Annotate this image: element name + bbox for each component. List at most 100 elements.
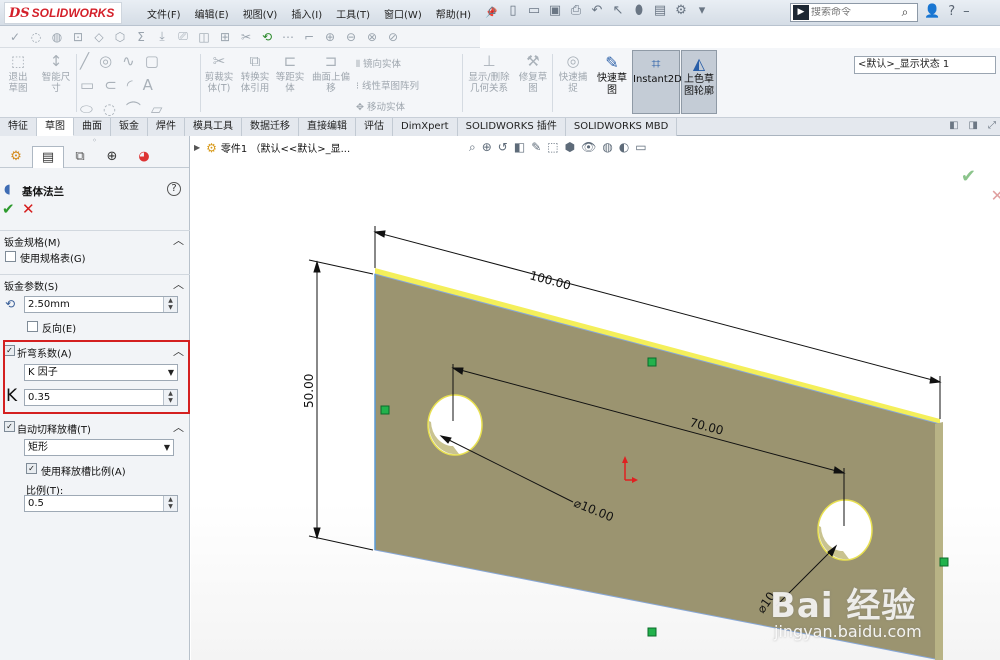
file-properties-icon[interactable]: ▤	[652, 3, 668, 19]
hide-show-icon[interactable]: 👁	[581, 140, 596, 155]
menu-window[interactable]: 窗口(W)	[377, 6, 429, 21]
slot-icon[interactable]: ⊂	[104, 76, 117, 94]
property-manager-tab[interactable]: ▤	[32, 146, 64, 168]
dimension-height[interactable]	[308, 259, 374, 551]
use-gauge-table-checkbox[interactable]	[5, 251, 16, 262]
thickness-spinner[interactable]: ▲ ▼	[163, 297, 177, 312]
menu-help[interactable]: 帮助(H)	[429, 6, 478, 21]
help-icon[interactable]: ?	[167, 182, 181, 196]
rectangle-icon[interactable]: ▭	[80, 76, 94, 94]
home-icon[interactable]: ⌂	[484, 3, 500, 19]
dimxpert-manager-tab[interactable]: ⊕	[96, 146, 128, 168]
menu-insert[interactable]: 插入(I)	[284, 6, 329, 21]
sum-icon[interactable]: Σ	[134, 30, 148, 44]
dimension-length-text[interactable]: 100.00	[528, 268, 572, 292]
panel-left-icon[interactable]: ◧	[949, 120, 958, 131]
circle-icon[interactable]: ◎	[99, 52, 112, 70]
tab-weldments[interactable]: 焊件	[148, 118, 185, 136]
tab-surfaces[interactable]: 曲面	[74, 118, 111, 136]
collapse-chevron-icon[interactable]: ︿	[173, 276, 184, 292]
shaded-sketch-contours-button[interactable]: ◭ 上色草图轮廓	[681, 50, 717, 114]
save-icon[interactable]: ▣	[547, 3, 563, 19]
open-file-icon[interactable]: ▭	[526, 3, 542, 19]
sketch-tool-icon[interactable]: ⬡	[113, 30, 127, 44]
tab-direct-editing[interactable]: 直接编辑	[299, 118, 356, 136]
auto-relief-checkbox[interactable]: ✓	[4, 421, 15, 432]
sketch-tool-icon[interactable]: ◫	[197, 30, 211, 44]
tab-features[interactable]: 特征	[0, 118, 37, 136]
collapse-chevron-icon[interactable]: ︿	[173, 419, 184, 435]
previous-view-icon[interactable]: ↺	[498, 140, 508, 155]
ellipse-icon[interactable]: ◌	[103, 100, 116, 118]
sketch-tool-icon[interactable]: ⊘	[386, 30, 400, 44]
arc-icon[interactable]: ◜	[127, 76, 133, 94]
spline-icon[interactable]: ∿	[122, 52, 135, 70]
relief-ratio-input[interactable]: 0.5 ▲ ▼	[24, 495, 178, 512]
view-orientation-icon[interactable]: ⬚	[547, 140, 558, 155]
expand-icon[interactable]: ⤢	[988, 120, 996, 131]
menu-file[interactable]: 文件(F)	[140, 6, 188, 21]
midpoint-marker-left[interactable]	[380, 405, 390, 415]
menu-edit[interactable]: 编辑(E)	[188, 6, 236, 21]
dimension-height-text[interactable]: 50.00	[302, 374, 316, 408]
tab-dimxpert[interactable]: DimXpert	[393, 118, 458, 136]
display-state-dropdown[interactable]: <默认>_显示状态 1	[854, 56, 996, 74]
polygon-icon[interactable]: ⬭	[80, 100, 93, 118]
sketch-tool-icon[interactable]: ⎚	[176, 29, 190, 44]
hole-left[interactable]	[427, 394, 483, 456]
rapid-sketch-button[interactable]: ✎ 快速草图	[594, 50, 630, 114]
display-manager-tab[interactable]: ◕	[128, 146, 160, 168]
undo-icon[interactable]: ↶	[589, 3, 605, 19]
sketch-tool-icon[interactable]: ◌	[29, 30, 43, 44]
user-icon[interactable]: 👤	[924, 4, 940, 19]
sketch-tool-icon[interactable]: ⊡	[71, 30, 85, 44]
print-icon[interactable]: ⎙	[568, 3, 584, 19]
trim-entities-button[interactable]: ✂ 剪裁实体(T)	[202, 52, 236, 94]
sketch-tool-icon[interactable]: ⊞	[218, 30, 232, 44]
feature-manager-tab[interactable]: ⚙	[0, 146, 32, 168]
scene-icon[interactable]: ◐	[619, 140, 629, 155]
tab-mold-tools[interactable]: 模具工具	[185, 118, 242, 136]
tab-sketch[interactable]: 草图	[37, 118, 74, 136]
repair-sketch-button[interactable]: ⚒ 修复草图	[516, 52, 550, 94]
sheet-metal-gauges-section[interactable]: 钣金规格(M) ︿	[0, 230, 190, 249]
use-relief-ratio-checkbox[interactable]: ✓	[26, 463, 37, 474]
dynamic-annotation-icon[interactable]: ✎	[531, 140, 541, 155]
midpoint-marker-bottom[interactable]	[647, 627, 657, 637]
edit-appearance-icon[interactable]: ◍	[602, 140, 612, 155]
sketch-tool-icon[interactable]: ⌐	[302, 30, 316, 44]
solidworks-logo[interactable]: DS SOLIDWORKS	[4, 2, 122, 24]
instant2d-button[interactable]: ⌗ Instant2D	[632, 50, 682, 114]
search-command-box[interactable]: ▶ ⌕	[790, 3, 918, 22]
search-input[interactable]	[811, 7, 895, 18]
display-style-icon[interactable]: ⬢	[565, 140, 575, 155]
sketch-tool-icon[interactable]: ◍	[50, 30, 64, 44]
midpoint-marker-right[interactable]	[939, 557, 949, 567]
smart-dimension-button[interactable]: ↕ 智能尺寸	[38, 52, 74, 94]
tab-evaluate[interactable]: 评估	[356, 118, 393, 136]
zoom-to-fit-icon[interactable]: ⌕	[469, 140, 476, 155]
tab-solidworks-mbd[interactable]: SOLIDWORKS MBD	[565, 118, 678, 136]
display-delete-relations-button[interactable]: ⊥ 显示/删除几何关系	[465, 52, 513, 94]
panel-grip[interactable]: ◦	[0, 136, 189, 146]
sketch-tool-icon[interactable]: ⋯	[281, 30, 295, 44]
tab-data-migration[interactable]: 数据迁移	[242, 118, 299, 136]
offset-entities-button[interactable]: ⊏ 等距实体	[275, 52, 305, 94]
linear-pattern-button[interactable]: ⁝ 线性草图阵列	[356, 78, 419, 92]
panel-right-icon[interactable]: ◨	[969, 120, 978, 131]
expand-caret-icon[interactable]: ▶	[194, 143, 200, 152]
confirmation-corner-cancel-icon[interactable]: ✕	[991, 186, 1000, 205]
sketch-tool-icon[interactable]: ⊖	[344, 30, 358, 44]
sketch-tool-icon[interactable]: ◇	[92, 30, 106, 44]
reverse-direction-checkbox[interactable]	[27, 321, 38, 332]
convert-entities-button[interactable]: ⧉ 转换实体引用	[238, 52, 272, 94]
hole-right[interactable]	[817, 499, 873, 561]
sketch-tool-icon[interactable]: ⊕	[323, 30, 337, 44]
sheet-metal-parameters-section[interactable]: 钣金参数(S) ︿	[0, 274, 190, 293]
relief-type-select[interactable]: 矩形 ▼	[24, 439, 174, 456]
point-icon[interactable]: ▢	[145, 52, 159, 70]
menu-tools[interactable]: 工具(T)	[329, 6, 377, 21]
search-icon[interactable]: ⌕	[895, 5, 915, 20]
spell-check-icon[interactable]: ✓	[8, 30, 22, 44]
zoom-area-icon[interactable]: ⊕	[482, 140, 492, 155]
